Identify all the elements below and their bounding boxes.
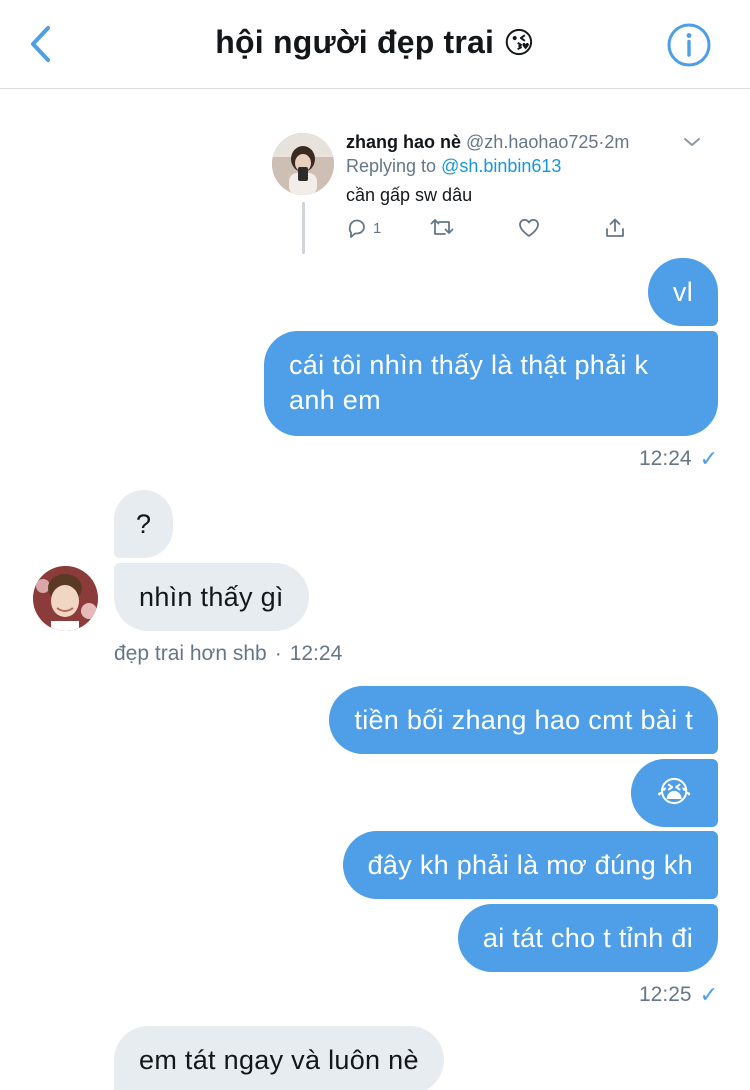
message-bubble-received[interactable]: ? [114, 490, 174, 558]
reply-icon [348, 219, 365, 238]
replying-to: Replying to @sh.binbin613 [346, 156, 561, 177]
heart-icon [519, 218, 539, 237]
retweet-icon [430, 219, 454, 235]
tweet-author-avatar[interactable] [272, 133, 334, 195]
message-bubble-sent[interactable]: ai tát cho t tỉnh đi [457, 904, 718, 972]
info-icon [667, 23, 711, 67]
tweet-header: zhang hao nè @zh.haohao725·2m [346, 132, 629, 153]
shared-tweet[interactable]: zhang hao nè @zh.haohao725·2m Replying t… [272, 130, 732, 260]
retweet-button[interactable] [430, 216, 456, 240]
sender-name: đẹp trai hơn shb [114, 642, 267, 665]
tweet-time: 2m [604, 132, 630, 152]
like-button[interactable] [518, 216, 540, 240]
message-meta: đẹp trai hơn shb · 12:24 [114, 642, 342, 666]
avatar-photo [272, 133, 334, 195]
conversation-title[interactable]: hội người đẹp trai 😘 [0, 24, 750, 61]
timestamp-text: 12:24 [289, 642, 343, 665]
message-timestamp: 12:25 ✓ [639, 982, 718, 1008]
conversation-title-text: hội người đẹp trai [215, 24, 495, 60]
message-bubble-sent[interactable]: 😭 [630, 759, 718, 827]
message-bubble-received[interactable]: em tát ngay và luôn nè [114, 1026, 444, 1090]
replying-to-label: Replying to [346, 156, 437, 176]
avatar-photo [33, 566, 98, 631]
message-timestamp: 12:24 ✓ [639, 446, 718, 472]
tweet-actions: 1 [346, 216, 626, 240]
chevron-down-icon [684, 138, 700, 146]
share-icon [606, 218, 624, 237]
replying-to-handle[interactable]: @sh.binbin613 [441, 156, 561, 176]
meta-separator: · [274, 642, 282, 665]
reply-count: 1 [373, 219, 382, 237]
message-bubble-received[interactable]: nhìn thấy gì [114, 563, 309, 631]
tweet-author-handle[interactable]: @zh.haohao725 [466, 132, 598, 152]
read-check-icon: ✓ [699, 982, 718, 1007]
tweet-text: cần gấp sw dâu [346, 185, 473, 205]
read-check-icon: ✓ [699, 446, 718, 471]
reply-button[interactable]: 1 [346, 216, 381, 240]
conversation-header: hội người đẹp trai 😘 [0, 0, 750, 89]
timestamp-text: 12:24 [639, 447, 692, 470]
message-bubble-sent[interactable]: tiền bối zhang hao cmt bài t [329, 686, 718, 754]
timestamp-text: 12:25 [639, 983, 692, 1006]
info-button[interactable] [666, 22, 712, 68]
message-bubble-sent[interactable]: đây kh phải là mơ đúng kh [342, 831, 718, 899]
tweet-menu-button[interactable] [682, 134, 702, 150]
sender-avatar[interactable] [33, 566, 98, 631]
share-button[interactable] [604, 216, 626, 240]
title-emoji: 😘 [503, 27, 535, 60]
message-bubble-sent[interactable]: vl [647, 258, 718, 326]
message-bubble-sent[interactable]: cái tôi nhìn thấy là thật phải k anh em [264, 331, 718, 436]
tweet-author-name[interactable]: zhang hao nè [346, 132, 461, 152]
thread-line [302, 202, 305, 254]
